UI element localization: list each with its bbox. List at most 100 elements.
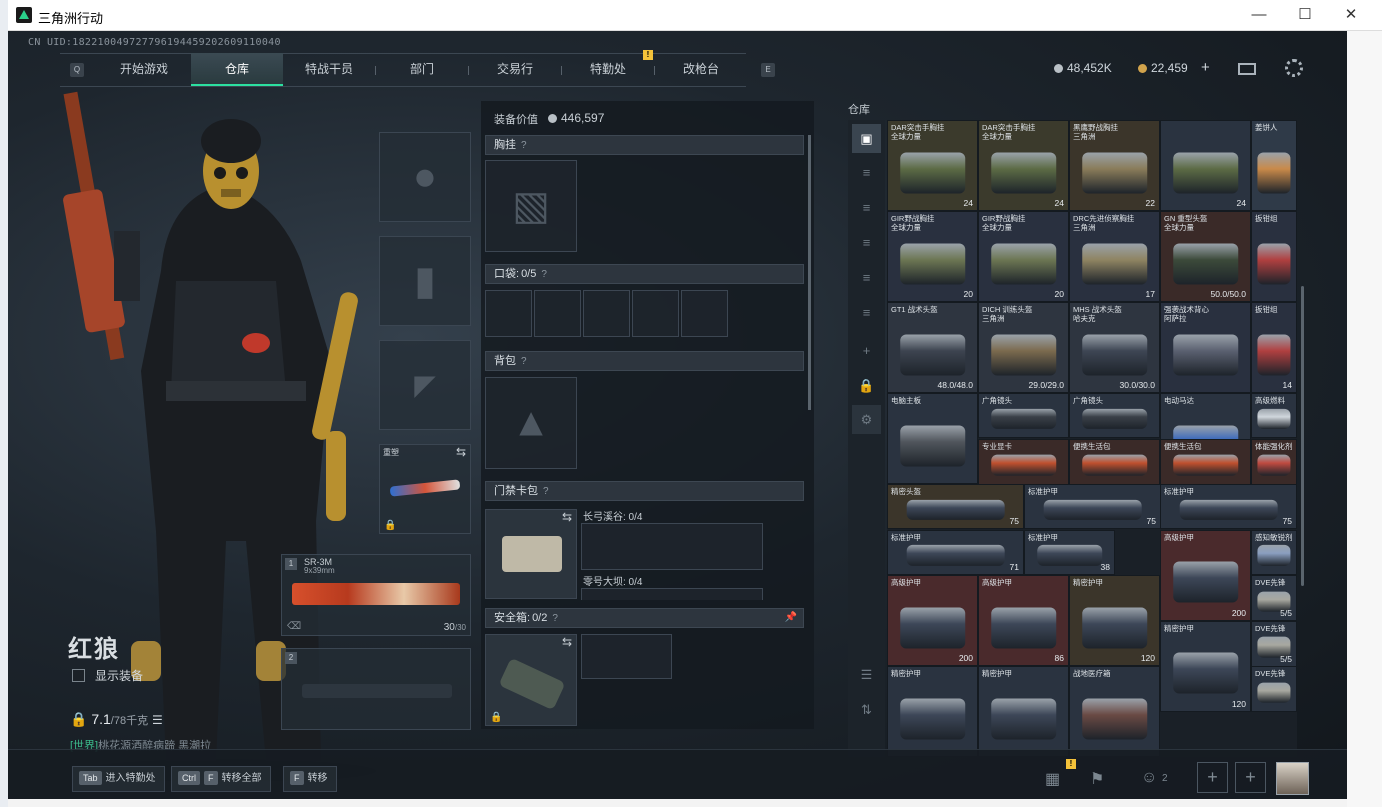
stash-item[interactable]: 便携生活包	[1160, 438, 1251, 485]
add-tab-icon[interactable]: +	[852, 336, 881, 365]
settings-gear-icon[interactable]	[1285, 59, 1303, 77]
stash-item[interactable]: 感知敏锐剂	[1251, 529, 1297, 575]
stash-item[interactable]: 标准护甲 75	[1024, 484, 1161, 529]
add-currency-button[interactable]: +	[1201, 59, 1210, 76]
help-icon[interactable]: ?	[521, 140, 527, 151]
mail-icon[interactable]	[1238, 63, 1256, 75]
layers-icon[interactable]: ☰	[852, 660, 881, 689]
maximize-button[interactable]: ☐	[1282, 0, 1328, 31]
swap-icon[interactable]: ⇆	[562, 635, 572, 649]
safebox-case[interactable]: ⇆ 🔒	[485, 634, 577, 726]
stash-item[interactable]: 精密护甲	[887, 666, 978, 757]
tab-trade[interactable]: 交易行	[469, 53, 561, 86]
stash-item[interactable]: DVE先锋 5/5	[1251, 620, 1297, 667]
pocket-slot[interactable]	[485, 290, 532, 337]
stash-item[interactable]: GIR野战胸挂 全球力量 20	[887, 211, 978, 302]
stash-item[interactable]: 扳钳组	[1251, 211, 1297, 302]
flag-icon[interactable]: ⚑	[1090, 769, 1104, 789]
invite-slot-button[interactable]: +	[1235, 762, 1266, 793]
safebox-slots[interactable]	[581, 634, 672, 679]
secondary-weapon-slot[interactable]: 2	[281, 648, 471, 730]
helmet-slot[interactable]: ●	[379, 132, 471, 222]
list-icon[interactable]: ☰	[152, 713, 163, 727]
transfer-all-hint[interactable]: Ctrl F 转移全部	[171, 766, 271, 792]
stash-item[interactable]: 专业显卡	[978, 438, 1069, 485]
stash-item[interactable]: 精密头盔 75	[887, 484, 1024, 529]
help-icon[interactable]: ?	[543, 486, 549, 497]
stash-item[interactable]: 战地医疗箱	[1069, 666, 1160, 757]
stash-item[interactable]: 高级燃料	[1251, 393, 1297, 438]
pocket-slot[interactable]	[632, 290, 679, 337]
stash-item[interactable]: 高级护甲 200	[1160, 529, 1251, 621]
stash-tab-5[interactable]: ≡	[852, 298, 881, 327]
settings-icon[interactable]: ⚙	[852, 405, 881, 434]
stash-item[interactable]: 广角镜头	[1069, 393, 1160, 438]
pocket-slot[interactable]	[583, 290, 630, 337]
stash-item[interactable]: 标准护甲 38	[1024, 529, 1115, 575]
tab-special-ops[interactable]: 特勤处	[562, 53, 654, 86]
stash-item[interactable]: 黑鹰野战胸挂 三角洲 22	[1069, 120, 1160, 211]
stash-item[interactable]: DICH 训练头盔 三角洲 29.0/29.0	[978, 302, 1069, 393]
lock-icon[interactable]: 🔒	[852, 371, 881, 400]
primary-weapon-slot[interactable]: 1 SR-3M 9x39mm ⌫ 30/30	[281, 554, 471, 636]
stash-tab-all[interactable]: ▣	[852, 124, 881, 153]
stash-tab-2[interactable]: ≡	[852, 193, 881, 222]
enter-special-ops-hint[interactable]: Tab 进入特勤处	[72, 766, 165, 792]
pocket-slot[interactable]	[534, 290, 581, 337]
pin-icon[interactable]: 📌	[785, 609, 797, 627]
tab-gunsmith[interactable]: 改枪台	[655, 53, 747, 86]
stash-item[interactable]: 标准护甲 75	[1160, 484, 1297, 529]
stash-item[interactable]: 便携生活包	[1069, 438, 1160, 485]
help-icon[interactable]: ?	[552, 613, 558, 624]
help-icon[interactable]: ?	[521, 356, 527, 367]
stash-item[interactable]: MHS 战术头盔 哈夫克 30.0/30.0	[1069, 302, 1160, 393]
swap-icon[interactable]: ⇆	[562, 510, 572, 524]
keycard-case[interactable]: ⇆	[485, 509, 577, 599]
stash-tab-4[interactable]: ≡	[852, 263, 881, 292]
friends-icon[interactable]: ☺	[1141, 769, 1157, 787]
backpack-slot[interactable]: ▲	[485, 377, 577, 469]
pocket-slot[interactable]	[681, 290, 728, 337]
armor-slot[interactable]: ▮	[379, 236, 471, 326]
show-gear-checkbox[interactable]	[72, 669, 85, 682]
melee-slot[interactable]: 重塑 ⇆ 🔒	[379, 444, 471, 534]
stash-item[interactable]: DAR突击手胸挂 全球力量 24	[887, 120, 978, 211]
stash-item[interactable]: DAR突击手胸挂 全球力量 24	[978, 120, 1069, 211]
stash-item[interactable]: 扳钳组 14	[1251, 302, 1297, 393]
gear-scrollbar[interactable]	[808, 135, 811, 410]
pistol-slot[interactable]: ◤	[379, 340, 471, 430]
stash-item[interactable]: GN 重型头盔 全球力量 50.0/50.0	[1160, 211, 1251, 302]
stash-scrollbar[interactable]	[1301, 286, 1304, 586]
stash-item[interactable]: GT1 战术头盔 48.0/48.0	[887, 302, 978, 393]
stash-tab-3[interactable]: ≡	[852, 228, 881, 257]
minimize-button[interactable]: —	[1236, 0, 1282, 31]
stash-item[interactable]: GIR野战胸挂 全球力量 20	[978, 211, 1069, 302]
stash-item[interactable]: DVE先锋	[1251, 666, 1297, 712]
transfer-hint[interactable]: F 转移	[283, 766, 337, 792]
help-icon[interactable]: ?	[541, 269, 547, 280]
chest-rig-slot[interactable]: ▧	[485, 160, 577, 252]
stash-item[interactable]: 标准护甲 71	[887, 529, 1024, 575]
invite-slot-button[interactable]: +	[1197, 762, 1228, 793]
stash-item[interactable]: 精密护甲 120	[1069, 575, 1160, 666]
stash-item[interactable]: 精密护甲	[978, 666, 1069, 757]
stash-item[interactable]: 电脑主板	[887, 393, 978, 484]
stash-item[interactable]: 体能强化剂	[1251, 438, 1297, 485]
stash-item[interactable]: 强袭战术背心 阿萨拉	[1160, 302, 1251, 393]
stash-item[interactable]: 高级护甲 200	[887, 575, 978, 666]
stash-item[interactable]: 24	[1160, 120, 1251, 211]
sort-icon[interactable]: ⇅	[852, 695, 881, 724]
stash-item[interactable]: DVE先锋 5/5	[1251, 575, 1297, 621]
swap-icon[interactable]: ⇆	[456, 445, 466, 459]
stash-item[interactable]: DRC先进侦察胸挂 三角洲 17	[1069, 211, 1160, 302]
key-map1-slots[interactable]	[581, 523, 763, 570]
stash-item[interactable]: 姜饼人	[1251, 120, 1297, 211]
stash-item[interactable]: 精密护甲 120	[1160, 620, 1251, 712]
close-button[interactable]: ✕	[1328, 0, 1374, 31]
key-map2-slots[interactable]	[581, 588, 763, 600]
stash-item[interactable]: 高级护甲 86	[978, 575, 1069, 666]
stash-tab-1[interactable]: ≡	[852, 158, 881, 187]
stash-item[interactable]: 广角镜头	[978, 393, 1069, 438]
avatar[interactable]	[1276, 762, 1309, 795]
stats-chart-icon[interactable]: ▦	[1045, 769, 1060, 789]
